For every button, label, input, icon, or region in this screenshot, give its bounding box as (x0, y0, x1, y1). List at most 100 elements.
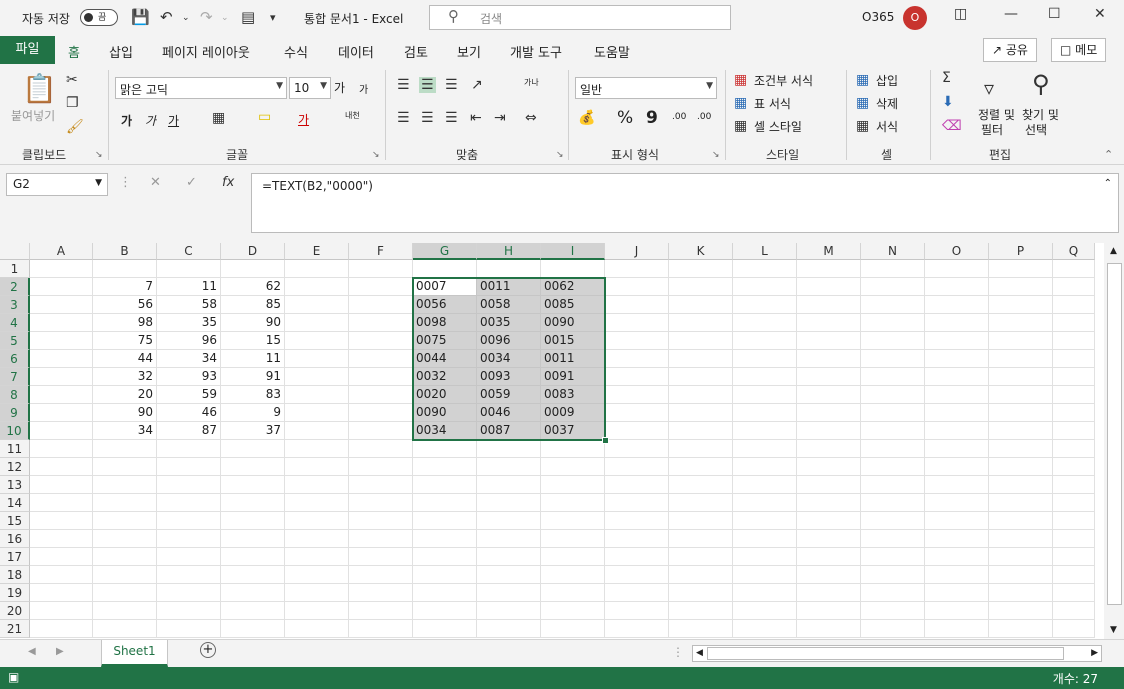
insert-cells-icon[interactable]: ▦ (856, 72, 869, 88)
cell-f12[interactable] (349, 458, 413, 476)
cell-h5[interactable]: 0096 (477, 332, 541, 350)
cell-c19[interactable] (157, 584, 221, 602)
cell-f1[interactable] (349, 260, 413, 278)
undo-icon[interactable]: ↶ (160, 8, 173, 26)
column-header-o[interactable]: O (925, 243, 989, 260)
cell-g9[interactable]: 0090 (413, 404, 477, 422)
cell-a5[interactable] (30, 332, 93, 350)
column-header-d[interactable]: D (221, 243, 285, 260)
cell-f14[interactable] (349, 494, 413, 512)
cell-m17[interactable] (797, 548, 861, 566)
row-header-4[interactable]: 4 (0, 314, 30, 332)
cell-i4[interactable]: 0090 (541, 314, 605, 332)
cell-p16[interactable] (989, 530, 1053, 548)
cell-k10[interactable] (669, 422, 733, 440)
cell-j10[interactable] (605, 422, 669, 440)
cell-k7[interactable] (669, 368, 733, 386)
cell-m7[interactable] (797, 368, 861, 386)
cell-l8[interactable] (733, 386, 797, 404)
cell-p13[interactable] (989, 476, 1053, 494)
cell-o3[interactable] (925, 296, 989, 314)
cell-g11[interactable] (413, 440, 477, 458)
format-painter-icon[interactable]: 🖌 (66, 119, 84, 135)
row-header-19[interactable]: 19 (0, 584, 30, 602)
cell-a13[interactable] (30, 476, 93, 494)
cell-b3[interactable]: 56 (93, 296, 157, 314)
cell-c5[interactable]: 96 (157, 332, 221, 350)
cell-o2[interactable] (925, 278, 989, 296)
cell-l5[interactable] (733, 332, 797, 350)
cell-styles-icon[interactable]: ▦ (734, 118, 747, 134)
row-header-5[interactable]: 5 (0, 332, 30, 350)
macro-record-icon[interactable]: ▣ (8, 670, 19, 684)
cell-n6[interactable] (861, 350, 925, 368)
cell-f17[interactable] (349, 548, 413, 566)
cell-e7[interactable] (285, 368, 349, 386)
cell-o8[interactable] (925, 386, 989, 404)
cell-m15[interactable] (797, 512, 861, 530)
number-format-select[interactable]: 일반 ▼ (575, 77, 717, 99)
ribbon-display-icon[interactable]: ◫ (954, 6, 967, 22)
cell-d4[interactable]: 90 (221, 314, 285, 332)
cell-o5[interactable] (925, 332, 989, 350)
cell-h6[interactable]: 0034 (477, 350, 541, 368)
align-top-icon[interactable]: ☰ (397, 77, 410, 93)
worksheet-grid[interactable]: A B C D E F G H I J K L M N O P Q 1 2 7 11 62 0007 0011 0062 3 56 5… (0, 243, 1104, 639)
cell-d5[interactable]: 15 (221, 332, 285, 350)
cell-k20[interactable] (669, 602, 733, 620)
cell-f7[interactable] (349, 368, 413, 386)
cell-g16[interactable] (413, 530, 477, 548)
cell-i2[interactable]: 0062 (541, 278, 605, 296)
cell-j17[interactable] (605, 548, 669, 566)
cell-i14[interactable] (541, 494, 605, 512)
cell-l20[interactable] (733, 602, 797, 620)
cell-f6[interactable] (349, 350, 413, 368)
cell-n16[interactable] (861, 530, 925, 548)
cell-l13[interactable] (733, 476, 797, 494)
cell-q16[interactable] (1053, 530, 1095, 548)
cell-f21[interactable] (349, 620, 413, 638)
cell-q6[interactable] (1053, 350, 1095, 368)
cell-c9[interactable]: 46 (157, 404, 221, 422)
cell-q1[interactable] (1053, 260, 1095, 278)
font-launcher-icon[interactable]: ↘ (372, 150, 380, 160)
cell-d1[interactable] (221, 260, 285, 278)
cell-d9[interactable]: 9 (221, 404, 285, 422)
cell-a1[interactable] (30, 260, 93, 278)
column-header-j[interactable]: J (605, 243, 669, 260)
cell-j7[interactable] (605, 368, 669, 386)
cell-g6[interactable]: 0044 (413, 350, 477, 368)
tab-formulas[interactable]: 수식 (284, 42, 308, 61)
cell-e10[interactable] (285, 422, 349, 440)
cell-q5[interactable] (1053, 332, 1095, 350)
row-header-18[interactable]: 18 (0, 566, 30, 584)
italic-button[interactable]: 가 (145, 112, 156, 129)
cell-k9[interactable] (669, 404, 733, 422)
row-header-11[interactable]: 11 (0, 440, 30, 458)
cell-c21[interactable] (157, 620, 221, 638)
cell-k14[interactable] (669, 494, 733, 512)
cell-c10[interactable]: 87 (157, 422, 221, 440)
autosave-toggle[interactable]: 끔 (80, 9, 118, 26)
cell-e1[interactable] (285, 260, 349, 278)
minimize-icon[interactable]: — (1004, 6, 1018, 22)
cell-b9[interactable]: 90 (93, 404, 157, 422)
conditional-format-icon[interactable]: ▦ (734, 72, 747, 88)
cell-n5[interactable] (861, 332, 925, 350)
cell-b11[interactable] (93, 440, 157, 458)
cell-m20[interactable] (797, 602, 861, 620)
cell-f5[interactable] (349, 332, 413, 350)
cell-k12[interactable] (669, 458, 733, 476)
cell-i10[interactable]: 0037 (541, 422, 605, 440)
cell-n19[interactable] (861, 584, 925, 602)
cell-o13[interactable] (925, 476, 989, 494)
delete-cells-icon[interactable]: ▦ (856, 95, 869, 111)
cell-e16[interactable] (285, 530, 349, 548)
autosum-icon[interactable]: Σ (942, 70, 951, 86)
cell-q17[interactable] (1053, 548, 1095, 566)
formula-input[interactable]: =TEXT(B2,"0000") ⌃ (251, 173, 1119, 233)
row-header-6[interactable]: 6 (0, 350, 30, 368)
cell-l17[interactable] (733, 548, 797, 566)
cell-a21[interactable] (30, 620, 93, 638)
cell-g2[interactable]: 0007 (413, 278, 477, 296)
